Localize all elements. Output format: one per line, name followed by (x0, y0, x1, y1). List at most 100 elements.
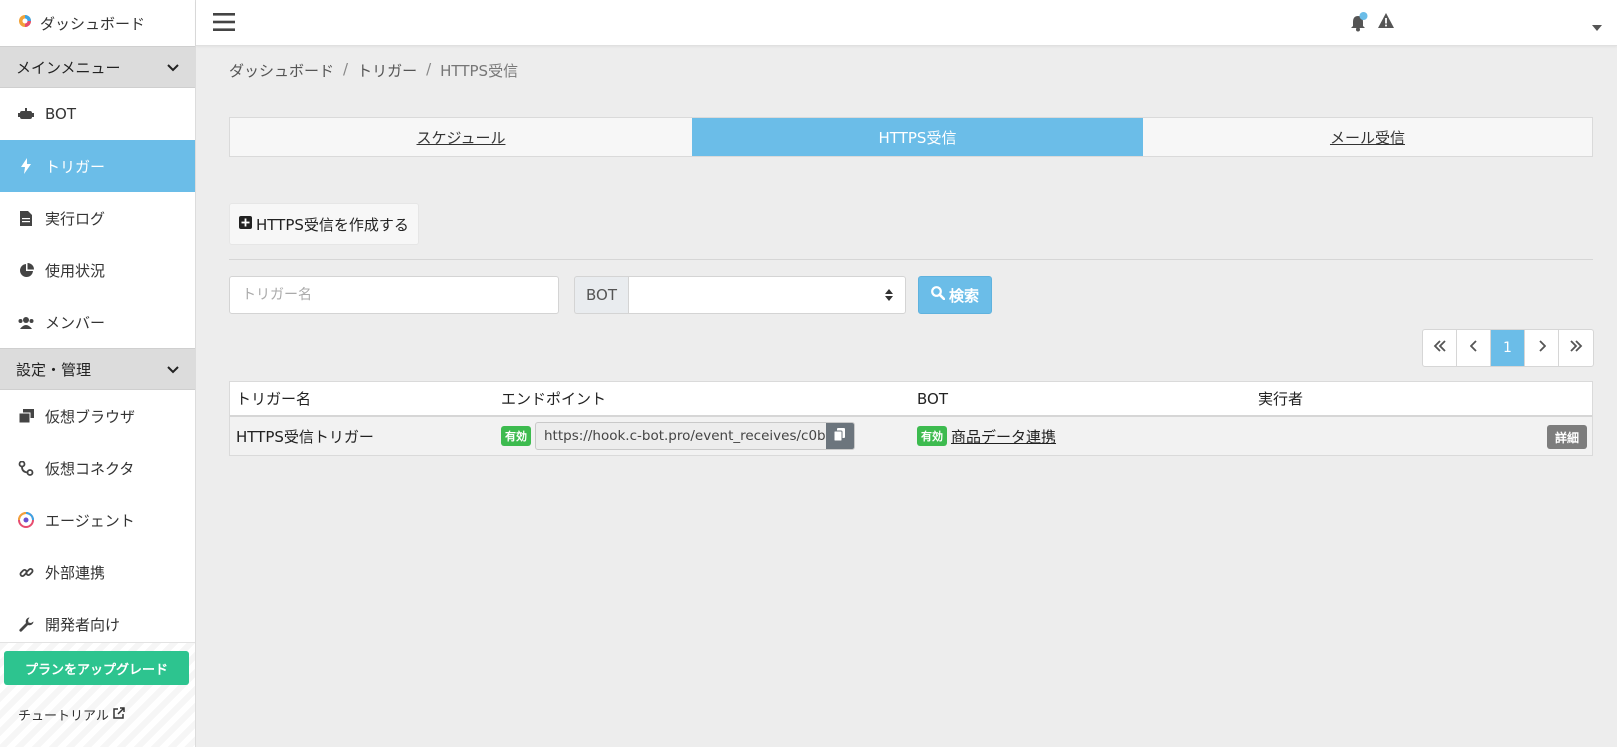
bot-filter-label: BOT (574, 276, 628, 314)
sidebar-item-label: 実行ログ (45, 209, 106, 228)
sidebar-item-agent[interactable]: エージェント (0, 494, 195, 546)
sidebar-item-label: 外部連携 (45, 563, 106, 582)
page-number-button[interactable]: 1 (1491, 330, 1525, 366)
select-arrows-icon (885, 288, 893, 306)
main-menu-label: メインメニュー (16, 58, 121, 77)
file-icon (17, 209, 35, 227)
sidebar-item-usage[interactable]: 使用状況 (0, 244, 195, 296)
endpoint-url: https://hook.c-bot.pro/event_receives/c0… (544, 428, 826, 444)
search-button-label: 検索 (948, 286, 979, 305)
sidebar-item-label: エージェント (45, 511, 135, 530)
breadcrumb-separator: / (426, 60, 432, 78)
copy-endpoint-button[interactable] (826, 423, 854, 449)
table-header: トリガー名 エンドポイント BOT 実行者 (230, 382, 1592, 417)
windows-icon (17, 407, 35, 425)
breadcrumb-current: HTTPS受信 (440, 62, 519, 80)
sidebar: ダッシュボード メインメニュー BOT トリガー 実行ログ 使用状況 メンバー … (0, 0, 196, 747)
prev-page-button[interactable] (1457, 330, 1491, 366)
sidebar-item-label: トリガー (45, 157, 106, 176)
main-content: ダッシュボード / トリガー / HTTPS受信 スケジュール HTTPS受信 … (196, 46, 1617, 747)
bolt-icon (17, 157, 35, 175)
trigger-type-tabs: スケジュール HTTPS受信 メール受信 (229, 117, 1593, 157)
table-row: HTTPS受信トリガー 有効 https://hook.c-bot.pro/ev… (230, 417, 1592, 455)
dashboard-label: ダッシュボード (40, 14, 146, 33)
breadcrumb-trigger[interactable]: トリガー (357, 60, 417, 81)
top-navbar (196, 0, 1617, 46)
connector-icon (17, 459, 35, 477)
search-icon (931, 286, 946, 304)
upgrade-plan-button[interactable]: プランをアップグレード (4, 651, 189, 685)
header-trigger-name: トリガー名 (236, 390, 312, 408)
sidebar-item-label: メンバー (45, 313, 106, 332)
link-icon (17, 563, 35, 581)
sidebar-item-bot[interactable]: BOT (0, 88, 195, 140)
search-button[interactable]: 検索 (918, 276, 992, 314)
double-chevron-left-icon (1433, 340, 1447, 356)
settings-section[interactable]: 設定・管理 (0, 348, 195, 390)
chevron-right-icon (1538, 340, 1546, 356)
warning-icon[interactable] (1377, 12, 1395, 33)
chevron-left-icon (1469, 340, 1478, 356)
app-logo-icon (18, 14, 32, 32)
chevron-down-icon (167, 360, 179, 378)
tab-https-receive[interactable]: HTTPS受信 (692, 118, 1143, 156)
trigger-table: トリガー名 エンドポイント BOT 実行者 HTTPS受信トリガー 有効 htt… (229, 381, 1593, 456)
header-executor: 実行者 (1258, 390, 1304, 408)
plus-square-icon (239, 215, 252, 233)
bot-filter: BOT (574, 276, 906, 314)
external-link-icon (113, 706, 125, 723)
sidebar-item-members[interactable]: メンバー (0, 296, 195, 348)
breadcrumb: ダッシュボード / トリガー / HTTPS受信 (229, 60, 518, 81)
bot-link[interactable]: 商品データ連携 (951, 426, 1056, 447)
bell-icon[interactable] (1350, 12, 1368, 36)
header-bot: BOT (917, 389, 948, 408)
hamburger-menu-icon[interactable] (212, 10, 236, 34)
pie-chart-icon (17, 261, 35, 279)
sidebar-item-external-integration[interactable]: 外部連携 (0, 546, 195, 598)
trigger-name-input[interactable] (229, 276, 559, 314)
tutorial-link[interactable]: チュートリアル (18, 705, 125, 724)
chevron-down-icon (167, 58, 179, 76)
create-button-label: HTTPS受信を作成する (256, 215, 409, 234)
sidebar-item-label: 開発者向け (45, 615, 121, 634)
robot-icon (17, 105, 35, 123)
pagination: 1 (1422, 329, 1594, 367)
first-page-button[interactable] (1423, 330, 1457, 366)
header-endpoint: エンドポイント (501, 390, 607, 408)
detail-button[interactable]: 詳細 (1546, 425, 1587, 449)
tutorial-label: チュートリアル (18, 709, 109, 724)
sidebar-item-virtual-browser[interactable]: 仮想ブラウザ (0, 390, 195, 442)
sidebar-item-label: BOT (45, 105, 76, 123)
row-endpoint: 有効 https://hook.c-bot.pro/event_receives… (501, 422, 917, 450)
breadcrumb-separator: / (343, 60, 349, 78)
endpoint-url-field[interactable]: https://hook.c-bot.pro/event_receives/c0… (535, 422, 855, 450)
sidebar-item-virtual-connector[interactable]: 仮想コネクタ (0, 442, 195, 494)
next-page-button[interactable] (1525, 330, 1559, 366)
breadcrumb-dashboard[interactable]: ダッシュボード (229, 60, 334, 81)
users-icon (17, 313, 35, 331)
sidebar-item-label: 使用状況 (45, 261, 106, 280)
tab-schedule[interactable]: スケジュール (230, 118, 692, 156)
row-bot: 有効 商品データ連携 (917, 426, 1258, 447)
create-https-trigger-button[interactable]: HTTPS受信を作成する (229, 203, 419, 245)
double-chevron-right-icon (1569, 340, 1583, 356)
sidebar-item-trigger[interactable]: トリガー (0, 140, 195, 192)
sidebar-item-label: 仮想コネクタ (45, 459, 135, 478)
row-trigger-name: HTTPS受信トリガー (236, 427, 374, 446)
tab-mail-receive[interactable]: メール受信 (1143, 118, 1592, 156)
settings-section-label: 設定・管理 (16, 360, 92, 379)
divider (229, 259, 1593, 260)
dashboard-link[interactable]: ダッシュボード (0, 0, 195, 46)
bot-status-badge: 有効 (917, 426, 947, 446)
sidebar-item-execution-log[interactable]: 実行ログ (0, 192, 195, 244)
last-page-button[interactable] (1559, 330, 1593, 366)
copy-icon (826, 427, 854, 445)
sidebar-footer: プランをアップグレード チュートリアル (0, 642, 195, 747)
endpoint-status-badge: 有効 (501, 426, 531, 446)
sidebar-item-label: 仮想ブラウザ (45, 407, 136, 426)
agent-icon (17, 511, 35, 529)
wrench-icon (17, 615, 35, 633)
bot-select[interactable] (628, 276, 906, 314)
user-menu-caret-icon[interactable] (1592, 17, 1602, 35)
main-menu-section[interactable]: メインメニュー (0, 46, 195, 88)
